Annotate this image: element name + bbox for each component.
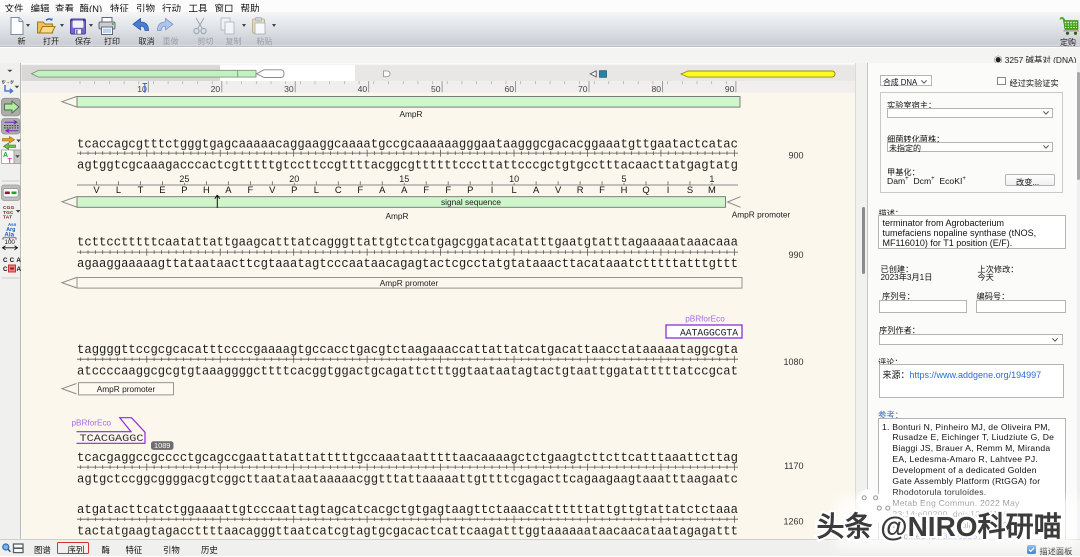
svg-text:F: F <box>599 183 605 194</box>
svg-text:V: V <box>555 183 562 194</box>
svg-text:40: 40 <box>358 83 368 93</box>
svg-text:10: 10 <box>137 83 147 93</box>
svg-text:agaaggaaaaagttataataacttcgtaaa: agaaggaaaaagttataataacttcgtaaatagtcccaat… <box>77 257 738 271</box>
svg-text:P: P <box>467 183 473 194</box>
svg-text:AmpR promoter: AmpR promoter <box>380 277 439 287</box>
svg-text:S: S <box>687 183 693 194</box>
svg-text:atccccaaggcgcgtgtaaaggggcttttc: atccccaaggcgcgtgtaaaggggcttttcacggtggact… <box>77 364 738 378</box>
svg-text:80: 80 <box>651 83 661 93</box>
svg-text:pBRforEco: pBRforEco <box>685 314 725 323</box>
svg-text:P: P <box>181 183 187 194</box>
svg-text:V: V <box>269 183 276 194</box>
svg-text:tcttcctttttcaatattattgaagcattt: tcttcctttttcaatattattgaagcatttatcagggtta… <box>77 235 738 249</box>
svg-text:AmpR: AmpR <box>399 109 422 119</box>
svg-text:R: R <box>577 183 584 194</box>
svg-text:AmpR promoter: AmpR promoter <box>732 209 791 219</box>
svg-text:tcaccagcgtttctgggtgagcaaaaacag: tcaccagcgtttctgggtgagcaaaaacaggaaggcaaaa… <box>77 137 738 151</box>
svg-text:AATAGGCGTA: AATAGGCGTA <box>680 328 738 339</box>
svg-text:signal sequence: signal sequence <box>441 197 501 207</box>
svg-text:A: A <box>379 183 386 194</box>
svg-text:F: F <box>248 183 254 194</box>
svg-text:H: H <box>203 183 210 194</box>
svg-text:50: 50 <box>431 83 441 93</box>
svg-text:L: L <box>314 183 319 194</box>
svg-text:AmpR promoter: AmpR promoter <box>97 383 156 393</box>
svg-text:90: 90 <box>725 83 735 93</box>
svg-text:taggggttccgcgcacatttccccgaaaag: taggggttccgcgcacatttccccgaaaagtgccacctga… <box>77 343 738 357</box>
svg-text:1170: 1170 <box>784 461 803 471</box>
svg-text:M: M <box>708 183 716 194</box>
svg-text:1080: 1080 <box>783 357 803 367</box>
svg-text:A: A <box>401 183 408 194</box>
svg-text:1260: 1260 <box>783 516 803 526</box>
svg-text:1: 1 <box>709 173 714 183</box>
svg-text:L: L <box>116 183 121 194</box>
svg-text:15: 15 <box>399 173 409 183</box>
svg-text:I: I <box>667 183 670 194</box>
svg-text:990: 990 <box>788 250 803 260</box>
svg-text:pBRforEco: pBRforEco <box>72 418 112 427</box>
svg-text:I: I <box>491 183 494 194</box>
svg-text:TCACGAGGC: TCACGAGGC <box>80 433 144 444</box>
svg-text:20: 20 <box>211 83 221 93</box>
svg-text:1089: 1089 <box>154 441 170 450</box>
svg-text:V: V <box>93 183 100 194</box>
svg-text:F: F <box>423 183 429 194</box>
svg-text:10: 10 <box>509 173 519 183</box>
svg-text:70: 70 <box>578 83 588 93</box>
svg-text:E: E <box>159 183 165 194</box>
svg-text:AmpR: AmpR <box>385 211 408 221</box>
svg-text:F: F <box>445 183 451 194</box>
svg-text:T: T <box>138 183 144 194</box>
svg-text:tcacgaggccgcccctgcagccgaattata: tcacgaggccgcccctgcagccgaattatattatttttgc… <box>77 450 738 464</box>
svg-text:H: H <box>621 183 628 194</box>
svg-text:L: L <box>511 183 516 194</box>
svg-text:30: 30 <box>284 83 294 93</box>
svg-text:tactatgaagtagaccttttaacagggtta: tactatgaagtagaccttttaacagggttaatcatcgtag… <box>77 524 738 538</box>
svg-text:agtgctccggcggggacgtcggcttaatat: agtgctccggcggggacgtcggcttaatataataaaaacg… <box>77 472 738 486</box>
svg-text:A: A <box>225 183 232 194</box>
svg-text:atgatacttcatctggaaaattgtcccaat: atgatacttcatctggaaaattgtcccaattagtagcatc… <box>77 503 738 517</box>
svg-text:900: 900 <box>788 150 803 160</box>
svg-text:Q: Q <box>642 183 649 194</box>
svg-text:5: 5 <box>621 173 626 183</box>
svg-text:F: F <box>357 183 363 194</box>
svg-text:P: P <box>291 183 297 194</box>
svg-text:A: A <box>533 183 540 194</box>
svg-text:60: 60 <box>504 83 514 93</box>
svg-text:C: C <box>335 183 342 194</box>
svg-text:25: 25 <box>179 173 189 183</box>
svg-text:20: 20 <box>289 173 299 183</box>
svg-text:agtggtcgcaaagacccactcgtttttgtc: agtggtcgcaaagacccactcgtttttgtccttccgtttt… <box>77 158 738 172</box>
